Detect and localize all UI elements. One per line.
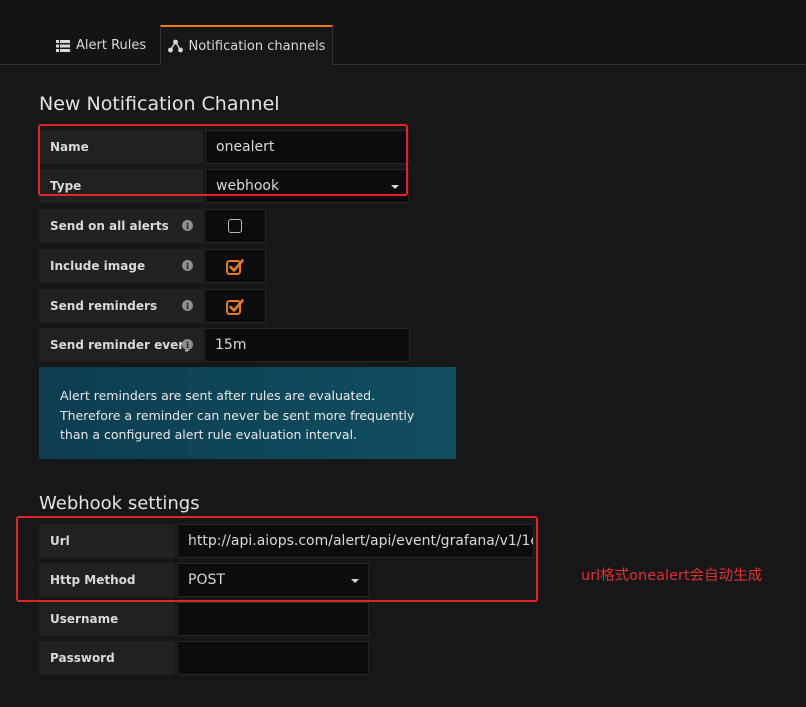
info-icon[interactable]: i	[182, 339, 193, 350]
highlight-box-name-type	[38, 124, 408, 196]
send-reminder-every-text: Send reminder every	[50, 338, 192, 352]
send-reminder-every-label: Send reminder every i	[39, 328, 203, 362]
tab-label: Alert Rules	[76, 38, 147, 53]
reminder-info-box: Alert reminders are sent after rules are…	[39, 367, 456, 459]
share-icon	[167, 39, 183, 53]
send-on-all-alerts-row: Send on all alerts i	[39, 209, 267, 243]
send-on-all-alerts-text: Send on all alerts	[50, 219, 169, 233]
send-on-all-alerts-label: Send on all alerts i	[39, 209, 203, 243]
send-on-all-alerts-checkbox[interactable]	[204, 209, 266, 243]
info-icon[interactable]: i	[182, 260, 193, 271]
send-reminder-every-input[interactable]: 15m	[204, 328, 410, 362]
top-tab-bar: Alert Rules Notification channels	[0, 0, 806, 65]
tab-label: Notification channels	[188, 38, 326, 54]
info-icon[interactable]: i	[182, 300, 193, 311]
tab-notification-channels[interactable]: Notification channels	[160, 25, 333, 65]
page-title: New Notification Channel	[39, 93, 280, 115]
password-label: Password	[39, 641, 175, 675]
username-row: Username	[39, 602, 369, 636]
list-icon	[56, 39, 70, 52]
annotation-text: url格式onealert会自动生成	[581, 568, 763, 584]
send-reminders-label: Send reminders i	[39, 289, 203, 323]
include-image-checkbox[interactable]	[204, 249, 266, 283]
send-reminders-row: Send reminders i	[39, 289, 267, 323]
include-image-row: Include image i	[39, 249, 267, 283]
username-input[interactable]	[177, 602, 369, 636]
include-image-text: Include image	[50, 259, 146, 273]
highlight-box-url-method	[16, 516, 538, 602]
send-reminders-text: Send reminders	[50, 299, 158, 313]
webhook-settings-title: Webhook settings	[39, 493, 200, 514]
include-image-label: Include image i	[39, 249, 203, 283]
checkbox-checked-icon	[226, 298, 244, 315]
send-reminders-checkbox[interactable]	[204, 289, 266, 323]
password-row: Password	[39, 641, 369, 675]
info-icon[interactable]: i	[182, 220, 193, 231]
password-input[interactable]	[177, 641, 369, 675]
checkbox-empty-icon	[228, 219, 242, 233]
tab-alert-rules[interactable]: Alert Rules	[52, 26, 150, 65]
username-label: Username	[39, 602, 175, 636]
checkbox-checked-icon	[226, 258, 244, 275]
send-reminder-every-row: Send reminder every i 15m	[39, 328, 410, 362]
